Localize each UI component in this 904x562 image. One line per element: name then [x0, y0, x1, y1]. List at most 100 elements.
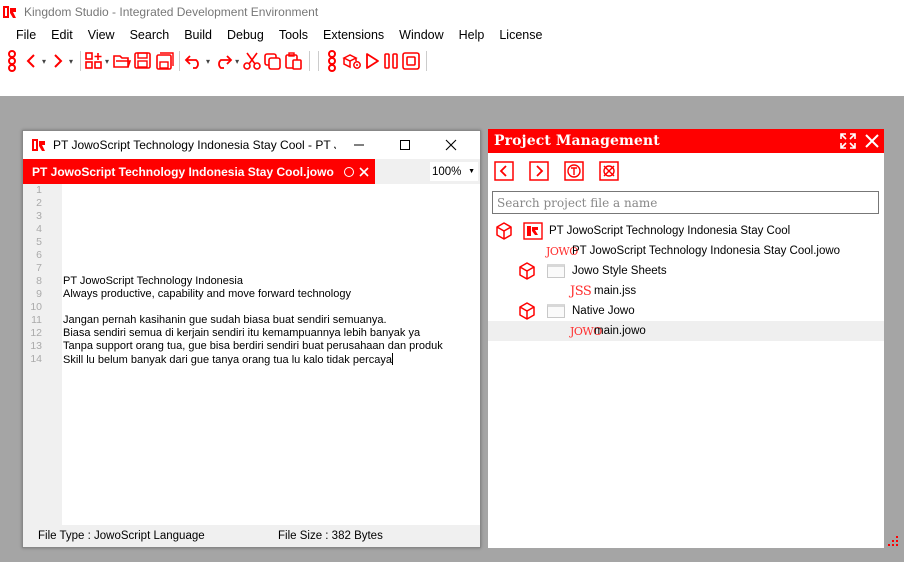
tree-item-label: PT JowoScript Technology Indonesia Stay … [549, 225, 791, 237]
app-logo-icon [32, 138, 45, 151]
menu-window[interactable]: Window [393, 28, 449, 42]
cube-icon [519, 262, 535, 280]
menu-edit[interactable]: Edit [45, 28, 79, 42]
save-all-icon[interactable] [154, 49, 174, 73]
menu-view[interactable]: View [82, 28, 121, 42]
close-tab-icon[interactable] [359, 166, 369, 177]
toolbar-separator [309, 51, 311, 71]
tree-item-file-selected[interactable]: JOWO main.jowo [488, 321, 884, 341]
tree-item-label: PT JowoScript Technology Indonesia Stay … [572, 245, 841, 257]
editor-tab[interactable]: PT JowoScript Technology Indonesia Stay … [23, 159, 375, 184]
paste-icon[interactable] [284, 49, 304, 73]
cube-icon [519, 302, 535, 320]
line-number: 13 [30, 340, 42, 352]
build-icon[interactable] [342, 49, 362, 73]
new-dropdown-icon[interactable]: ▾ [105, 57, 109, 66]
tree-item-file[interactable]: JSS main.jss [488, 281, 884, 301]
close-icon [445, 139, 457, 150]
chevron-right-icon [529, 161, 549, 181]
editor-window: PT JowoScript Technology Indonesia Stay … [22, 130, 481, 548]
back-icon[interactable] [22, 49, 40, 73]
undo-dropdown-icon[interactable]: ▾ [206, 57, 210, 66]
next-button[interactable] [529, 161, 549, 181]
line-number: 2 [36, 197, 42, 209]
close-panel-button[interactable] [860, 129, 884, 153]
menu-search[interactable]: Search [124, 28, 176, 42]
project-panel-header: Project Management [488, 129, 884, 153]
toolbar-separator [426, 51, 428, 71]
redo-dropdown-icon[interactable]: ▾ [235, 57, 239, 66]
folder-icon [547, 304, 565, 318]
project-tree: PT JowoScript Technology Indonesia Stay … [488, 221, 884, 341]
tree-item-folder[interactable]: Native Jowo [488, 301, 884, 321]
project-panel: Project Management PT JowoScript Technol… [488, 129, 898, 548]
project-logo-icon [523, 222, 543, 240]
undo-icon[interactable] [184, 49, 204, 73]
editor-window-titlebar[interactable]: PT JowoScript Technology Indonesia Stay … [23, 131, 480, 158]
text-cursor [391, 353, 393, 365]
tree-item-folder[interactable]: Jowo Style Sheets [488, 261, 884, 281]
menu-license[interactable]: License [493, 28, 548, 42]
menu-tools[interactable]: Tools [273, 28, 314, 42]
project-search-input[interactable] [492, 191, 879, 214]
menu-debug[interactable]: Debug [221, 28, 270, 42]
line-number: 4 [36, 223, 42, 235]
copy-icon[interactable] [263, 49, 283, 73]
back-dropdown-icon[interactable]: ▾ [42, 57, 46, 66]
code-line: Tanpa support orang tua, gue bisa berdir… [63, 340, 443, 352]
toolbar-separator [80, 51, 82, 71]
jss-file-icon: JSS [570, 283, 592, 299]
open-folder-icon[interactable] [112, 49, 132, 73]
menu-build[interactable]: Build [178, 28, 218, 42]
maximize-button[interactable] [382, 131, 428, 158]
chevron-down-icon: ▼ [468, 168, 475, 175]
pause-icon[interactable] [382, 49, 400, 73]
code-line-text: Skill lu belum banyak dari gue tanya ora… [63, 354, 392, 366]
run-icon[interactable] [363, 49, 381, 73]
code-editor[interactable]: PT JowoScript Technology Indonesia Alway… [63, 184, 480, 525]
toolbar-grip-icon [3, 49, 21, 73]
menu-extensions[interactable]: Extensions [317, 28, 390, 42]
line-number: 6 [36, 249, 42, 261]
remove-button[interactable] [599, 161, 619, 181]
stop-icon[interactable] [401, 49, 421, 73]
minimize-button[interactable] [336, 131, 382, 158]
menu-help[interactable]: Help [453, 28, 491, 42]
code-line: Biasa sendiri semua di kerjain sendiri i… [63, 327, 421, 339]
tree-item-project[interactable]: PT JowoScript Technology Indonesia Stay … [488, 221, 884, 241]
editor-body: 1 2 3 4 5 6 7 8 9 10 11 12 13 14 PT Jowo… [23, 184, 480, 525]
line-number: 3 [36, 210, 42, 222]
expand-icon [840, 133, 856, 149]
zoom-value: 100% [432, 165, 462, 178]
forward-icon[interactable] [49, 49, 67, 73]
code-line: PT JowoScript Technology Indonesia [63, 275, 243, 287]
zoom-select[interactable]: 100% ▼ [430, 162, 478, 181]
previous-button[interactable] [494, 161, 514, 181]
tree-item-label: main.jss [594, 285, 637, 297]
new-file-button[interactable] [564, 161, 584, 181]
menu-file[interactable]: File [10, 28, 42, 42]
line-number: 7 [36, 262, 42, 274]
cut-icon[interactable] [242, 49, 262, 73]
save-icon[interactable] [133, 49, 153, 73]
modified-indicator-icon [344, 166, 354, 177]
close-button[interactable] [428, 131, 474, 158]
redo-icon[interactable] [213, 49, 233, 73]
code-line-current: Skill lu belum banyak dari gue tanya ora… [63, 353, 480, 366]
forward-dropdown-icon[interactable]: ▾ [69, 57, 73, 66]
app-logo-icon [3, 6, 16, 18]
expand-button[interactable] [836, 129, 860, 153]
resize-grip-icon[interactable] [888, 536, 898, 546]
toolbar-grip-icon [323, 49, 341, 73]
new-project-icon[interactable] [85, 49, 103, 73]
chevron-left-icon [494, 161, 514, 181]
editor-statusbar: File Type : JowoScript Language File Siz… [23, 525, 480, 547]
tree-item-file[interactable]: JOWO PT JowoScript Technology Indonesia … [488, 241, 884, 261]
app-title: Kingdom Studio - Integrated Development … [24, 5, 319, 19]
line-number: 14 [30, 353, 42, 365]
